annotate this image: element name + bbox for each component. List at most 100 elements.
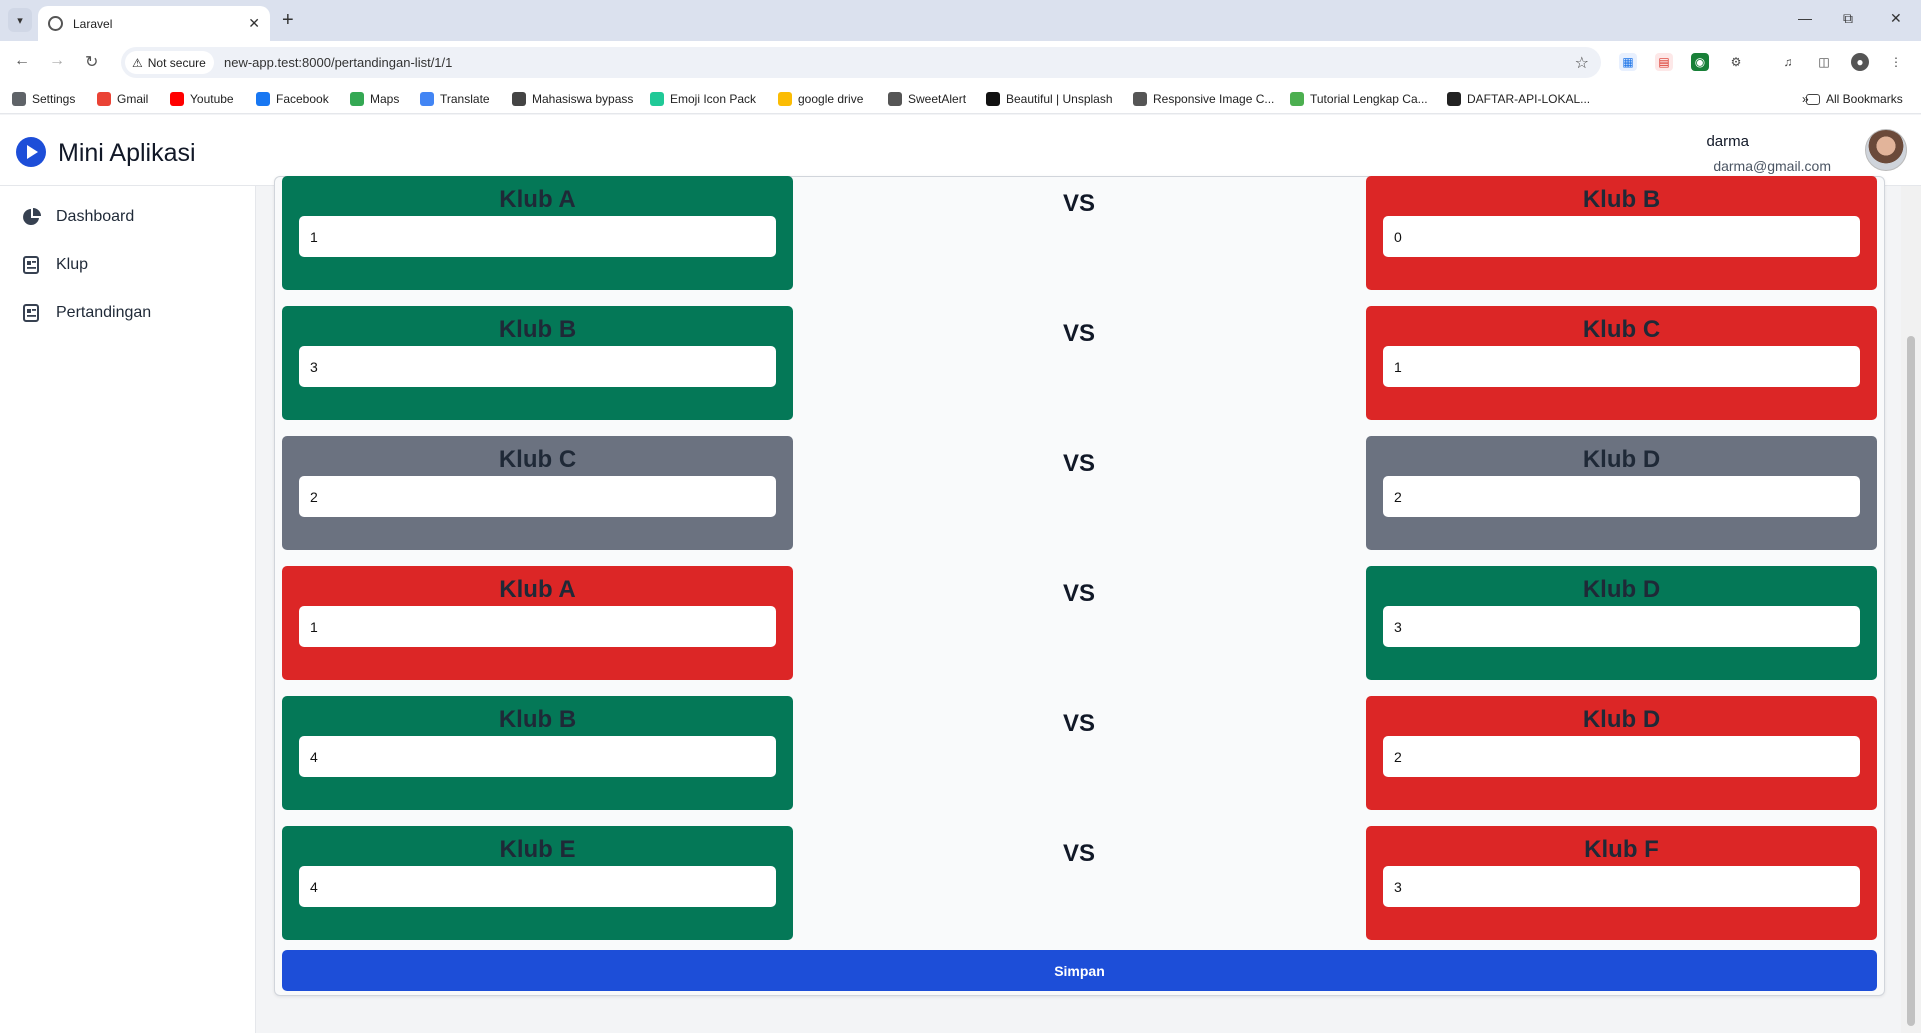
bookmark-item[interactable]: Maps [350, 92, 399, 106]
bookmark-label: Gmail [117, 92, 149, 106]
browser-tab[interactable]: Laravel ✕ [38, 6, 270, 41]
back-icon[interactable]: ← [14, 52, 30, 70]
maps-icon [350, 92, 364, 106]
score-input[interactable] [1383, 346, 1860, 387]
scrollbar-thumb[interactable] [1907, 336, 1915, 1026]
club-card-away: Klub F [1366, 826, 1877, 940]
gear-icon [12, 92, 26, 106]
globe-icon [48, 16, 63, 31]
bookmark-item[interactable]: Gmail [97, 92, 148, 106]
sidebar-item-klup[interactable]: Klup [22, 255, 88, 275]
club-card-home: Klub A [282, 176, 793, 290]
window-close-icon[interactable]: ✕ [1890, 10, 1902, 27]
bookmark-item[interactable]: Translate [420, 92, 490, 106]
url-text[interactable]: new-app.test:8000/pertandingan-list/1/1 [224, 55, 452, 70]
score-input[interactable] [1383, 606, 1860, 647]
score-input[interactable] [299, 866, 776, 907]
all-bookmarks[interactable]: All Bookmarks [1806, 92, 1903, 106]
club-card-away: Klub C [1366, 306, 1877, 420]
sidebar-item-pertandingan[interactable]: Pertandingan [22, 303, 151, 323]
avatar[interactable] [1865, 129, 1907, 171]
bookmark-item[interactable]: SweetAlert [888, 92, 966, 106]
facebook-icon [256, 92, 270, 106]
bookmark-label: Mahasiswa bypass [532, 92, 634, 106]
score-input[interactable] [1383, 866, 1860, 907]
bookmark-item[interactable]: google drive [778, 92, 863, 106]
reload-icon[interactable]: ↻ [85, 52, 98, 72]
bookmark-item[interactable]: Facebook [256, 92, 329, 106]
tab-search-button[interactable]: ▾ [8, 8, 32, 32]
bookmark-label: Settings [32, 92, 76, 106]
bookmark-label: Maps [370, 92, 400, 106]
club-card-away: Klub D [1366, 436, 1877, 550]
user-name: darma [1706, 133, 1749, 150]
bookmark-item[interactable]: Mahasiswa bypass [512, 92, 633, 106]
sweetalert-icon [888, 92, 902, 106]
bookmark-item[interactable]: Youtube [170, 92, 234, 106]
drive-icon [778, 92, 792, 106]
club-card-home: Klub B [282, 696, 793, 810]
document-icon [23, 304, 39, 322]
app-title[interactable]: Mini Aplikasi [58, 139, 196, 168]
tutorial-icon [1290, 92, 1304, 106]
close-tab-icon[interactable]: ✕ [248, 15, 260, 32]
bookmarks-bar: » All Bookmarks Settings Gmail Youtube Face… [0, 84, 1921, 114]
restore-icon[interactable]: ⧉ [1843, 10, 1853, 27]
vs-label: VS [1062, 840, 1095, 867]
media-icon[interactable]: ♫ [1779, 53, 1797, 71]
bookmark-item[interactable]: Beautiful | Unsplash [986, 92, 1113, 106]
pie-chart-icon [23, 208, 41, 225]
club-name: Klub B [1582, 186, 1661, 213]
score-input[interactable] [1383, 216, 1860, 257]
club-name: Klub D [1582, 446, 1661, 473]
bookmark-label: Youtube [190, 92, 234, 106]
forward-icon[interactable]: → [49, 52, 65, 70]
extension-icon[interactable]: ▦ [1619, 53, 1637, 71]
new-tab-button[interactable]: + [282, 9, 294, 32]
club-card-home: Klub E [282, 826, 793, 940]
vs-label: VS [1062, 320, 1095, 347]
score-input[interactable] [299, 476, 776, 517]
address-bar[interactable]: ⚠ Not secure new-app.test:8000/pertandin… [121, 47, 1601, 78]
score-input[interactable] [299, 216, 776, 257]
sidebar-item-dashboard[interactable]: Dashboard [22, 207, 134, 227]
bookmark-label: SweetAlert [908, 92, 967, 106]
page-scrollbar[interactable] [1901, 186, 1921, 1033]
puzzle-icon[interactable]: ⚙ [1727, 53, 1745, 71]
menu-dots-icon[interactable]: ⋮ [1887, 53, 1905, 71]
link-icon [512, 92, 526, 106]
chat-extension-icon[interactable]: ◉ [1691, 53, 1709, 71]
bookmark-label: Responsive Image C... [1153, 92, 1275, 106]
club-card-away: Klub D [1366, 696, 1877, 810]
minimize-icon[interactable]: — [1798, 10, 1812, 26]
save-button[interactable]: Simpan [282, 950, 1877, 991]
warning-icon: ⚠ [132, 55, 143, 70]
bookmark-item[interactable]: DAFTAR-API-LOKAL... [1447, 92, 1590, 106]
profile-icon[interactable]: ● [1851, 53, 1869, 71]
score-input[interactable] [299, 736, 776, 777]
vs-label: VS [1062, 710, 1095, 737]
score-input[interactable] [1383, 476, 1860, 517]
bookmark-item[interactable]: Emoji Icon Pack [650, 92, 756, 106]
club-card-home: Klub A [282, 566, 793, 680]
club-card-home: Klub C [282, 436, 793, 550]
bookmark-star-icon[interactable]: ☆ [1575, 53, 1589, 73]
browser-toolbar: ← → ↻ ⚠ Not secure new-app.test:8000/per… [0, 41, 1921, 84]
play-logo-icon[interactable] [16, 137, 46, 167]
bookmark-label: Beautiful | Unsplash [1006, 92, 1113, 106]
score-input[interactable] [299, 606, 776, 647]
club-name: Klub E [499, 836, 576, 863]
score-input[interactable] [1383, 736, 1860, 777]
tab-title: Laravel [73, 16, 113, 31]
calendar-extension-icon[interactable]: ▤ [1655, 53, 1673, 71]
bookmark-item[interactable]: Settings [12, 92, 75, 106]
bookmark-item[interactable]: Responsive Image C... [1133, 92, 1274, 106]
score-input[interactable] [299, 346, 776, 387]
image-icon [1133, 92, 1147, 106]
side-panel-icon[interactable]: ◫ [1815, 53, 1833, 71]
bookmark-item[interactable]: Tutorial Lengkap Ca... [1290, 92, 1428, 106]
security-chip[interactable]: ⚠ Not secure [125, 51, 214, 74]
club-card-away: Klub B [1366, 176, 1877, 290]
club-name: Klub C [498, 446, 577, 473]
sidebar-item-label: Pertandingan [56, 304, 152, 321]
